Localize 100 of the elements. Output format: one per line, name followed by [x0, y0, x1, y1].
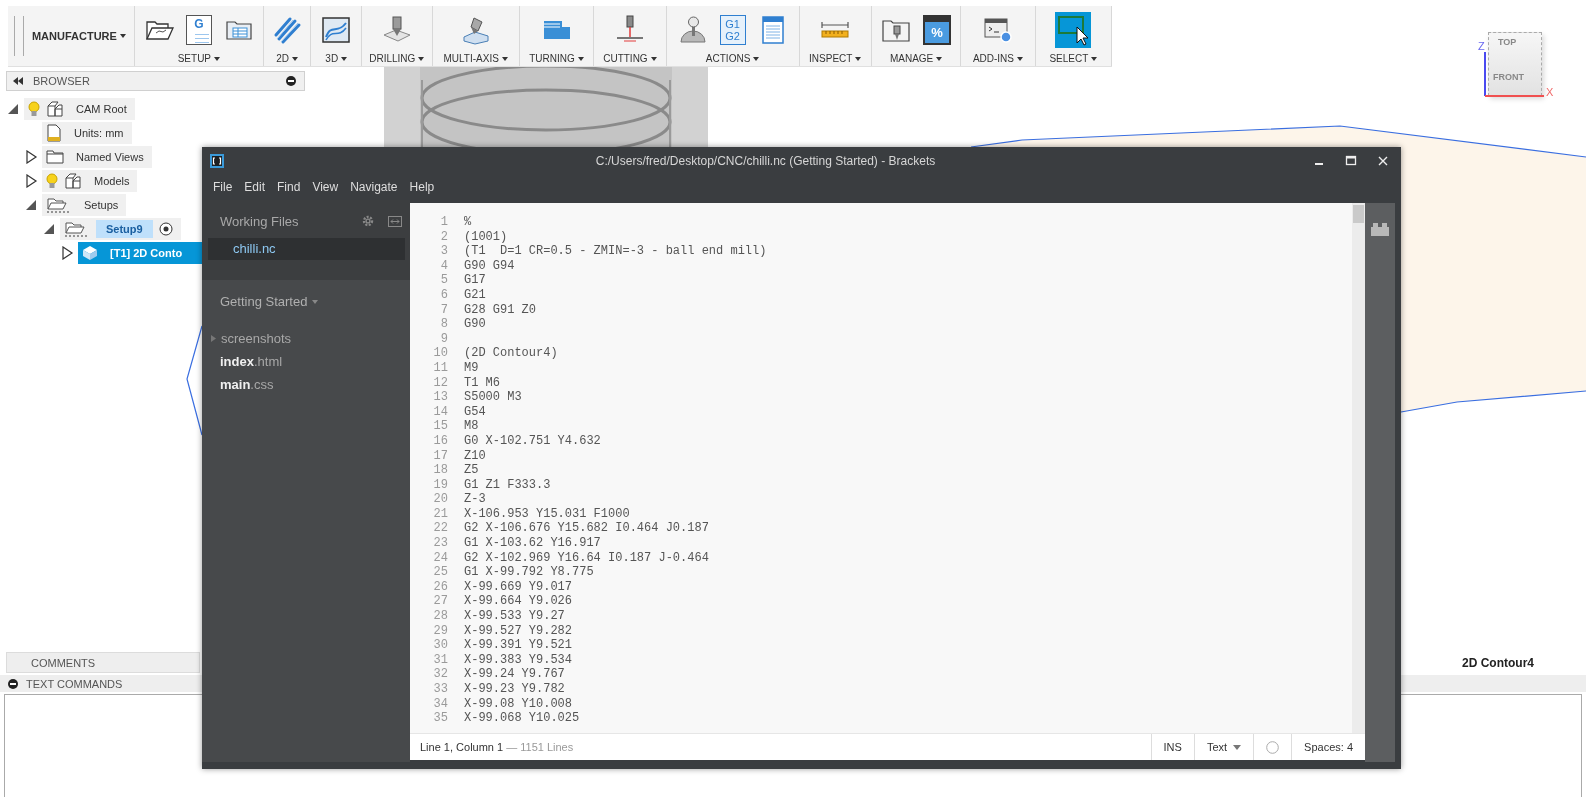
workspace-menu[interactable]: MANUFACTURE	[23, 6, 135, 66]
minus-circle-icon[interactable]	[286, 76, 296, 86]
select-icon[interactable]	[1055, 12, 1092, 48]
toolbar-group-menu[interactable]: INSPECT	[807, 53, 864, 64]
toolbar-group-menu[interactable]: DRILLING	[367, 53, 427, 64]
operation-label: 2D Contour4	[1462, 656, 1534, 670]
code-line: S5000 M3	[464, 390, 523, 405]
code-line: G2 X-106.676 Y15.682 I0.464 J0.187	[464, 521, 710, 537]
expand-toggle[interactable]	[24, 174, 38, 188]
tree-item[interactable]: Setups	[42, 194, 127, 216]
code-line: X-99.08 Y10.008	[464, 696, 574, 712]
line-number: 21	[432, 506, 448, 522]
toolbar-group-menu[interactable]: 2D	[274, 53, 301, 64]
toolbar-group-menu[interactable]: MANAGE	[887, 53, 945, 64]
collapse-toggle[interactable]	[6, 102, 20, 116]
collapse-toggle[interactable]	[24, 198, 38, 212]
toolbar-group-menu[interactable]: SELECT	[1047, 53, 1100, 64]
project-dropdown[interactable]: Getting Started	[214, 292, 325, 311]
tree-item[interactable]: Units: mm	[42, 122, 132, 144]
line-number: 16	[432, 433, 448, 449]
script-window-icon[interactable]	[982, 15, 1013, 45]
language-selector[interactable]: Text	[1193, 734, 1254, 760]
line-number: 33	[432, 682, 448, 697]
line-number: 30	[432, 638, 448, 653]
project-file-entry[interactable]: index.html	[220, 354, 283, 369]
code-line: X-99.068 Y10.025	[464, 711, 581, 726]
menu-item[interactable]: Find	[272, 178, 306, 196]
code-line: X-99.533 Y9.27	[464, 609, 566, 624]
collapse-icon[interactable]	[13, 77, 23, 85]
line-number: 22	[432, 521, 448, 537]
code-line: Z5	[464, 463, 480, 478]
radio-target-icon[interactable]	[158, 222, 173, 236]
line-number: 34	[432, 696, 448, 712]
tree-item[interactable]: Setup9	[60, 218, 181, 240]
nc-program-icon[interactable]: G	[185, 15, 212, 45]
toolbar-group-menu[interactable]: CUTTING	[601, 53, 659, 64]
surface-icon[interactable]	[321, 15, 352, 45]
line-number: 19	[432, 477, 448, 493]
code-line: G2 X-102.969 Y16.64 I0.187 J-0.464	[464, 550, 710, 566]
axis-label: X	[1546, 86, 1554, 98]
minus-circle-icon[interactable]	[8, 678, 18, 689]
tree-item-label: [T1] 2D Conto	[109, 247, 183, 259]
plugin-block-icon[interactable]	[1371, 223, 1389, 236]
parallel-lines-icon[interactable]	[272, 15, 303, 45]
code-line: X-99.383 Y9.534	[464, 652, 574, 668]
toolbar-group-menu[interactable]: ACTIONS	[703, 53, 762, 64]
code-line: M9	[464, 360, 480, 376]
code-line: X-99.664 Y9.026	[464, 594, 574, 610]
line-number: 26	[432, 579, 448, 595]
folder-entry[interactable]: screenshots	[221, 331, 292, 346]
section-title: Working Files	[220, 213, 300, 229]
project-file-entry[interactable]: main.css	[220, 377, 274, 392]
expand-toggle[interactable]	[24, 150, 38, 164]
tree-item-label: CAM Root	[75, 103, 127, 115]
split-view-icon[interactable]	[388, 215, 402, 227]
toolbar-group-menu[interactable]: MULTI-AXIS	[441, 53, 510, 64]
tree-item[interactable]: Named Views	[42, 146, 152, 168]
tree-item[interactable]: Models	[42, 170, 138, 192]
menu-item[interactable]: Help	[404, 178, 440, 196]
toolbar-group-menu[interactable]: ADD-INS	[970, 53, 1025, 64]
code-line: (T1 D=1 CR=0.5 - ZMIN=-3 - ball end mill)	[464, 244, 768, 259]
code-line: G28 G91 Z0	[464, 302, 537, 318]
code-line: X-99.669 Y9.017	[464, 579, 574, 595]
comments-bar[interactable]: COMMENTS	[6, 652, 200, 673]
close-icon[interactable]	[1377, 154, 1389, 167]
working-file-entry[interactable]: chilli.nc	[208, 238, 405, 260]
code-line: T1 M6	[464, 375, 501, 391]
line-count: — 1151 Lines	[505, 741, 575, 753]
code-line: (1001)	[464, 229, 509, 245]
menu-item[interactable]: View	[307, 178, 344, 196]
multiaxis-icon[interactable]	[460, 15, 491, 45]
menu-item[interactable]: File	[208, 178, 238, 196]
line-number: 15	[432, 419, 448, 434]
toolbar-group-menu[interactable]: 3D	[323, 53, 350, 64]
insert-mode-toggle[interactable]: INS	[1150, 734, 1194, 760]
code-line: G1 X-103.62 Y16.917	[464, 536, 602, 551]
post-process-icon[interactable]: G1 G2	[719, 15, 746, 45]
collapse-toggle[interactable]	[42, 222, 56, 236]
maximize-icon[interactable]	[1345, 154, 1357, 167]
joystick-icon[interactable]	[677, 15, 708, 45]
toolbar-group-menu[interactable]: SETUP	[175, 53, 223, 64]
menu-item[interactable]: Navigate	[345, 178, 403, 196]
menu-item[interactable]: Edit	[239, 178, 271, 196]
tree-item[interactable]: CAM Root	[24, 98, 135, 120]
app-icon	[210, 153, 224, 168]
code-line: G0 X-102.751 Y4.632	[464, 433, 602, 449]
settings-icon[interactable]	[362, 215, 374, 227]
drag-handle[interactable]	[14, 16, 24, 56]
folder-icon	[46, 150, 64, 164]
laser-cutter-icon[interactable]	[614, 15, 645, 45]
scrollbar-thumb[interactable]	[1353, 205, 1364, 223]
panel-title: TEXT COMMANDS	[26, 677, 123, 690]
line-number: 24	[432, 550, 448, 566]
tree-item-label: Models	[93, 175, 130, 187]
expand-toggle[interactable]	[60, 246, 74, 260]
toolbar-group-menu[interactable]: TURNING	[527, 53, 586, 64]
line-number: 8	[439, 317, 448, 332]
hatched-folder-icon	[64, 220, 90, 238]
page-icon	[46, 124, 62, 142]
tree-item-label: Units: mm	[73, 127, 124, 139]
